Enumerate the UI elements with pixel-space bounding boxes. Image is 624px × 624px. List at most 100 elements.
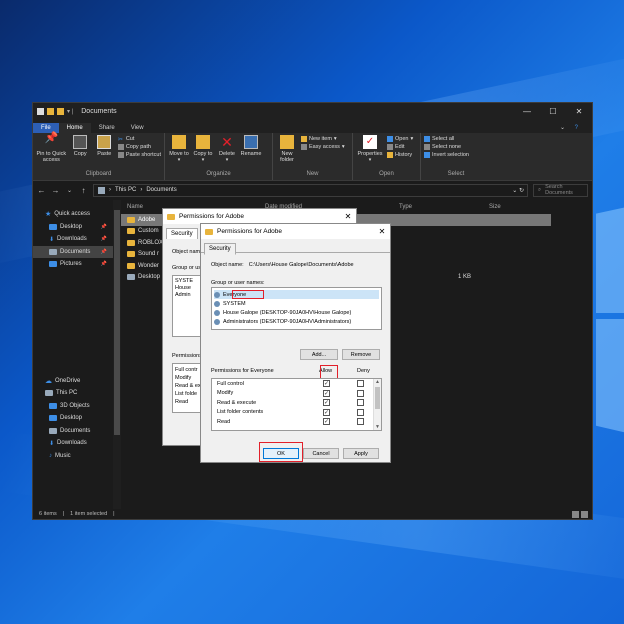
tab-security[interactable]: Security — [204, 243, 236, 255]
sidebar-item-3d-objects[interactable]: 3D Objects — [33, 400, 113, 413]
sidebar-item-pictures[interactable]: Pictures 📌 — [33, 258, 113, 271]
deny-checkbox[interactable] — [357, 408, 364, 416]
minimize-button[interactable]: — — [514, 103, 540, 120]
paste-shortcut-button[interactable]: Paste shortcut — [117, 152, 161, 158]
close-button[interactable]: ✕ — [566, 103, 592, 120]
user-list[interactable]: Everyone SYSTEM House Galope (DESKTOP-90JA… — [211, 287, 382, 330]
user-list-item[interactable]: House Galope (DESKTOP-90JA0HV\House Galo… — [214, 308, 379, 317]
dialog-title-bar[interactable]: Permissions for Adobe ✕ — [163, 209, 356, 224]
ribbon-expand-icon[interactable]: ⌄ ? — [554, 122, 592, 133]
history-button[interactable]: History — [387, 152, 413, 158]
copy-button[interactable]: Copy — [70, 135, 91, 171]
breadcrumb-documents[interactable]: Documents — [146, 187, 176, 193]
folder-icon — [127, 239, 135, 246]
select-all-icon — [424, 136, 430, 142]
tab-share[interactable]: Share — [91, 123, 123, 133]
column-type[interactable]: Type — [399, 204, 489, 210]
maximize-button[interactable]: ☐ — [540, 103, 566, 120]
permission-scrollbar[interactable]: ▲ ▼ — [373, 379, 381, 430]
allow-checkbox[interactable]: ✓ — [323, 399, 330, 407]
edit-button[interactable]: Edit — [387, 144, 413, 150]
new-item-button[interactable]: New item ▾ — [301, 136, 345, 142]
up-arrow-icon[interactable]: ↑ — [79, 186, 88, 195]
copy-to-button[interactable]: Copy to ▾ — [192, 135, 214, 171]
refresh-icon[interactable]: ⌄ ↻ — [512, 187, 527, 194]
deny-checkbox[interactable] — [357, 389, 364, 397]
deny-checkbox[interactable] — [357, 418, 364, 426]
user-list-item[interactable]: Administrators (DESKTOP-90JA0HV\Administ… — [214, 317, 379, 326]
select-none-button[interactable]: Select none — [424, 144, 469, 150]
remove-button[interactable]: Remove — [342, 349, 380, 360]
group-user-names-label: Group or user names: — [211, 280, 265, 286]
user-list-item[interactable]: SYSTEM — [214, 299, 379, 308]
select-all-button[interactable]: Select all — [424, 136, 469, 142]
rename-button[interactable]: Rename — [240, 135, 262, 171]
sidebar-item-desktop[interactable]: Desktop — [33, 412, 113, 425]
properties-button[interactable]: ✓ Properties ▾ — [356, 135, 384, 171]
select-none-icon — [424, 144, 430, 150]
ribbon-tabs: File Home Share View ⌄ ? — [33, 120, 592, 133]
cut-button[interactable]: ✂ Cut — [118, 136, 161, 143]
sidebar-item-documents[interactable]: Documents — [33, 425, 113, 438]
add-button[interactable]: Add... — [300, 349, 338, 360]
user-list-item[interactable]: Everyone — [214, 290, 379, 299]
deny-checkbox[interactable] — [357, 380, 364, 388]
large-icons-view-icon[interactable] — [581, 510, 588, 518]
sidebar-item-downloads[interactable]: ⬇ Downloads — [33, 437, 113, 450]
back-arrow-icon[interactable]: ← — [37, 186, 46, 195]
tab-security[interactable]: Security — [166, 228, 198, 239]
tab-home[interactable]: Home — [58, 123, 91, 133]
ok-button[interactable]: OK — [263, 448, 299, 459]
ribbon: 📌 Pin to Quick access Copy Paste ✂ Cut Co… — [33, 133, 592, 181]
sidebar-item-quick-access[interactable]: ★ Quick access — [33, 208, 113, 221]
folder-blue-icon — [49, 261, 57, 268]
allow-checkbox[interactable]: ✓ — [323, 408, 330, 416]
invert-selection-button[interactable]: Invert selection — [424, 152, 469, 158]
sidebar-item-music[interactable]: ♪ Music — [33, 450, 113, 463]
recent-dropdown-icon[interactable]: ⌄ — [65, 187, 74, 194]
close-icon[interactable]: ✕ — [340, 212, 356, 221]
sidebar-item-desktop[interactable]: Desktop 📌 — [33, 221, 113, 234]
column-size[interactable]: Size — [489, 204, 501, 210]
allow-checkbox[interactable]: ✓ — [323, 418, 330, 426]
nav-scrollbar[interactable] — [113, 200, 121, 509]
dialog-title-bar[interactable]: Permissions for Adobe ✕ — [201, 224, 390, 239]
sidebar-item-this-pc[interactable]: This PC — [33, 387, 113, 400]
copy-path-button[interactable]: Copy path — [117, 144, 161, 150]
scrollbar-thumb[interactable] — [114, 210, 120, 435]
close-icon[interactable]: ✕ — [374, 227, 390, 236]
address-field[interactable]: › This PC › Documents ⌄ ↻ — [93, 183, 528, 197]
dropdown-icon[interactable]: ▾ | — [67, 108, 73, 115]
tab-view[interactable]: View — [123, 123, 152, 133]
deny-checkbox[interactable] — [357, 399, 364, 407]
sidebar-item-downloads[interactable]: ⬇ Downloads 📌 — [33, 233, 113, 246]
scrollbar-thumb[interactable] — [375, 387, 380, 409]
forward-arrow-icon[interactable]: → — [51, 186, 60, 195]
cancel-button[interactable]: Cancel — [303, 448, 339, 459]
sidebar-item-label: OneDrive — [55, 377, 81, 384]
paste-button[interactable]: Paste — [94, 135, 115, 171]
easy-access-button[interactable]: Easy access ▾ — [301, 144, 345, 150]
sidebar-item-documents[interactable]: Documents 📌 — [33, 245, 113, 258]
download-icon: ⬇ — [49, 440, 55, 447]
breadcrumb-this-pc[interactable]: This PC — [115, 187, 136, 193]
details-view-icon[interactable] — [572, 510, 579, 518]
delete-button[interactable]: ✕ Delete ▾ — [216, 135, 238, 171]
paste-shortcut-icon — [117, 152, 124, 158]
search-input[interactable]: ⌕ Search Documents — [533, 183, 588, 197]
title-bar[interactable]: ▾ | Documents — ☐ ✕ — [33, 103, 592, 120]
allow-checkbox[interactable]: ✓ — [323, 389, 330, 397]
allow-checkbox[interactable]: ✓ — [323, 380, 330, 388]
open-button[interactable]: Open ▾ — [387, 136, 413, 142]
move-to-button[interactable]: Move to ▾ — [168, 135, 190, 171]
organize-group: Move to ▾ Copy to ▾ ✕ Delete ▾ Rename Or… — [165, 133, 273, 180]
scroll-down-icon[interactable]: ▼ — [374, 424, 381, 430]
apply-button[interactable]: Apply — [343, 448, 379, 459]
sidebar-item-onedrive[interactable]: ☁ OneDrive — [33, 375, 113, 388]
scroll-up-icon[interactable]: ▲ — [374, 379, 381, 385]
pin-to-quick-access-button[interactable]: 📌 Pin to Quick access — [36, 133, 67, 171]
properties-quick-icon[interactable] — [47, 108, 54, 115]
download-icon: ⬇ — [49, 236, 55, 243]
folder-quick-icon[interactable] — [57, 108, 64, 115]
new-folder-button[interactable]: New folder — [276, 135, 298, 171]
